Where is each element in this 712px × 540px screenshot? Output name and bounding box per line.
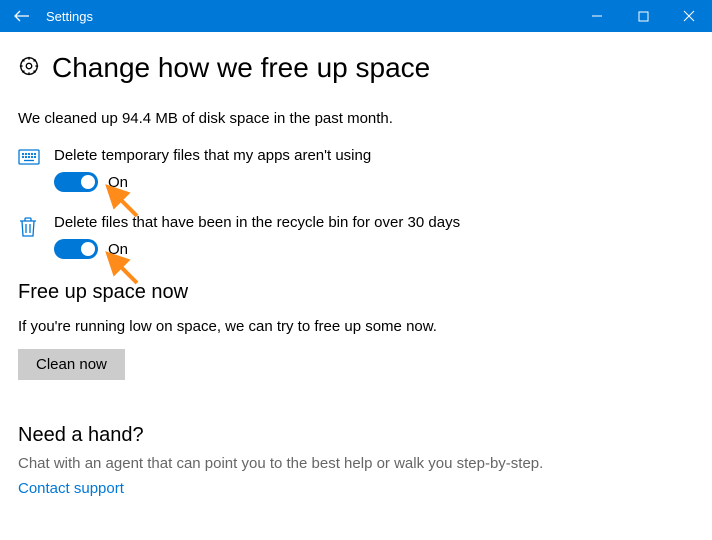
cleanup-status: We cleaned up 94.4 MB of disk space in t…: [18, 110, 694, 127]
titlebar: Settings: [0, 0, 712, 32]
arrow-left-icon: [13, 7, 31, 25]
toggle-state: On: [108, 174, 128, 191]
help-heading: Need a hand?: [18, 424, 694, 447]
setting-label: Delete files that have been in the recyc…: [54, 214, 694, 231]
window-title: Settings: [46, 9, 93, 24]
free-up-heading: Free up space now: [18, 281, 694, 304]
page-heading-row: Change how we free up space: [18, 52, 694, 84]
content: Change how we free up space We cleaned u…: [0, 32, 712, 515]
setting-label: Delete temporary files that my apps aren…: [54, 147, 694, 164]
free-up-desc: If you're running low on space, we can t…: [18, 318, 694, 335]
setting-temp-files: Delete temporary files that my apps aren…: [18, 147, 694, 192]
recycle-bin-toggle[interactable]: [54, 239, 98, 259]
help-desc: Chat with an agent that can point you to…: [18, 455, 694, 472]
trash-icon: [18, 216, 54, 242]
temp-files-toggle[interactable]: [54, 172, 98, 192]
minimize-icon: [591, 10, 603, 22]
maximize-button[interactable]: [620, 0, 666, 32]
contact-support-link[interactable]: Contact support: [18, 480, 124, 497]
setting-recycle-bin: Delete files that have been in the recyc…: [18, 214, 694, 259]
maximize-icon: [638, 11, 649, 22]
minimize-button[interactable]: [574, 0, 620, 32]
back-button[interactable]: [0, 0, 44, 32]
gear-icon: [18, 55, 40, 81]
clean-now-button[interactable]: Clean now: [18, 349, 125, 380]
close-button[interactable]: [666, 0, 712, 32]
toggle-state: On: [108, 241, 128, 258]
page-title: Change how we free up space: [52, 52, 430, 84]
keyboard-icon: [18, 149, 54, 169]
window-controls: [574, 0, 712, 32]
close-icon: [683, 10, 695, 22]
